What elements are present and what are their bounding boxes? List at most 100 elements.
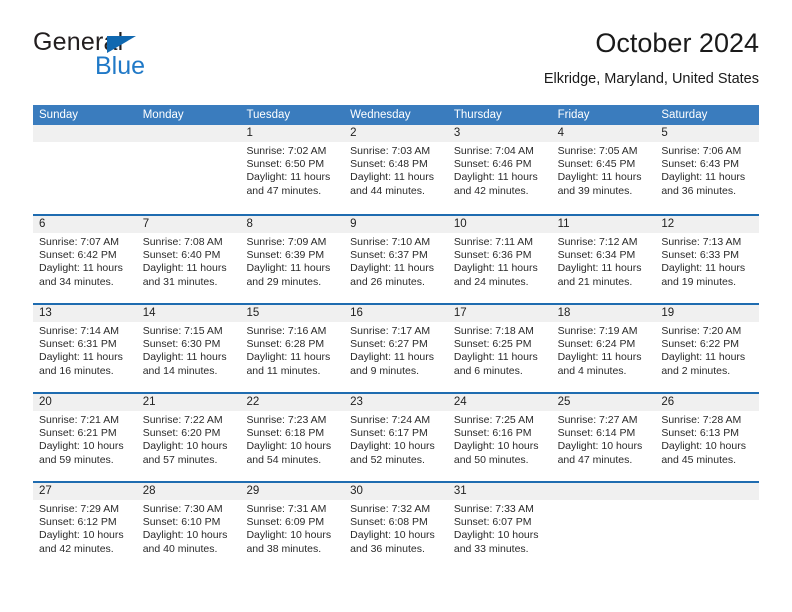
day-sunset-text: Sunset: 6:24 PM	[557, 338, 636, 351]
day-sun-info: Sunrise: 7:08 AM Sunset: 6:40 PM Daylight:…	[137, 233, 241, 289]
day-sun-info: Sunrise: 7:13 AM Sunset: 6:33 PM Daylight:…	[655, 233, 759, 289]
day-number: 15	[240, 305, 345, 322]
calendar-day-cell[interactable]: 19 Sunrise: 7:20 AM Sunset: 6:22 PM Dayligh…	[655, 305, 760, 392]
calendar-weeks: 1 Sunrise: 7:02 AM Sunset: 6:50 PM Daylight…	[33, 125, 760, 570]
calendar-day-cell[interactable]: 28 Sunrise: 7:30 AM Sunset: 6:10 PM Dayligh…	[136, 483, 241, 570]
day-number: 30	[344, 483, 448, 500]
day-daylight-line1-text: Daylight: 11 hours	[453, 262, 538, 275]
calendar-day-cell[interactable]: 16 Sunrise: 7:17 AM Sunset: 6:27 PM Dayligh…	[344, 305, 448, 392]
calendar-week-row: 6 Sunrise: 7:07 AM Sunset: 6:42 PM Daylight…	[33, 214, 760, 303]
day-sun-info: Sunrise: 7:17 AM Sunset: 6:27 PM Daylight:…	[344, 322, 448, 378]
calendar-day-cell[interactable]: 23 Sunrise: 7:24 AM Sunset: 6:17 PM Dayligh…	[344, 394, 448, 481]
day-sunrise-text: Sunrise: 7:07 AM	[39, 236, 119, 248]
day-sunrise-text: Sunrise: 7:24 AM	[350, 414, 431, 426]
day-daylight-line2-text: and 11 minutes.	[246, 364, 321, 377]
day-sun-info: Sunrise: 7:05 AM Sunset: 6:45 PM Daylight:…	[552, 142, 656, 198]
calendar-day-cell[interactable]: 15 Sunrise: 7:16 AM Sunset: 6:28 PM Dayligh…	[240, 305, 345, 392]
calendar-day-cell-empty	[136, 125, 241, 214]
day-sunrise-text: Sunrise: 7:27 AM	[557, 414, 638, 426]
calendar-day-cell[interactable]: 3 Sunrise: 7:04 AM Sunset: 6:46 PM Daylight…	[447, 125, 552, 214]
weekday-header-friday: Friday	[557, 109, 590, 121]
day-number: 27	[33, 483, 137, 500]
calendar-day-cell[interactable]: 11 Sunrise: 7:12 AM Sunset: 6:34 PM Dayligh…	[551, 216, 656, 303]
day-number: 29	[240, 483, 345, 500]
day-number: 28	[136, 483, 241, 500]
calendar-day-cell[interactable]: 31 Sunrise: 7:33 AM Sunset: 6:07 PM Dayligh…	[447, 483, 552, 570]
calendar-day-cell[interactable]: 26 Sunrise: 7:28 AM Sunset: 6:13 PM Dayligh…	[655, 394, 760, 481]
calendar-day-cell[interactable]: 21 Sunrise: 7:22 AM Sunset: 6:20 PM Dayligh…	[136, 394, 241, 481]
day-sun-info: Sunrise: 7:33 AM Sunset: 6:07 PM Daylight:…	[448, 500, 552, 556]
calendar-day-cell-empty	[551, 483, 656, 570]
day-sun-info: Sunrise: 7:11 AM Sunset: 6:36 PM Daylight:…	[448, 233, 552, 289]
calendar-day-cell[interactable]: 25 Sunrise: 7:27 AM Sunset: 6:14 PM Dayligh…	[551, 394, 656, 481]
calendar-day-cell[interactable]: 18 Sunrise: 7:19 AM Sunset: 6:24 PM Dayligh…	[551, 305, 656, 392]
day-sunset-text: Sunset: 6:14 PM	[557, 427, 636, 440]
calendar-day-cell[interactable]: 29 Sunrise: 7:31 AM Sunset: 6:09 PM Dayligh…	[240, 483, 345, 570]
calendar-day-cell[interactable]: 22 Sunrise: 7:23 AM Sunset: 6:18 PM Dayligh…	[240, 394, 345, 481]
calendar-day-cell[interactable]: 7 Sunrise: 7:08 AM Sunset: 6:40 PM Daylight…	[136, 216, 241, 303]
day-number	[33, 125, 137, 142]
day-sun-info: Sunrise: 7:25 AM Sunset: 6:16 PM Daylight:…	[448, 411, 552, 467]
general-blue-logo[interactable]: General Blue	[33, 28, 243, 84]
day-number: 13	[33, 305, 137, 322]
calendar-day-cell[interactable]: 20 Sunrise: 7:21 AM Sunset: 6:21 PM Dayligh…	[33, 394, 137, 481]
day-daylight-line1-text: Daylight: 10 hours	[557, 440, 643, 453]
calendar-day-cell[interactable]: 6 Sunrise: 7:07 AM Sunset: 6:42 PM Daylight…	[33, 216, 137, 303]
calendar-day-cell[interactable]: 17 Sunrise: 7:18 AM Sunset: 6:25 PM Dayligh…	[447, 305, 552, 392]
day-sunrise-text: Sunrise: 7:17 AM	[350, 325, 431, 337]
page-subtitle: Elkridge, Maryland, United States	[543, 71, 759, 87]
day-daylight-line1-text: Daylight: 11 hours	[39, 262, 123, 275]
day-sunrise-text: Sunrise: 7:25 AM	[453, 414, 534, 426]
calendar-day-cell[interactable]: 30 Sunrise: 7:32 AM Sunset: 6:08 PM Dayligh…	[344, 483, 448, 570]
day-number: 19	[655, 305, 760, 322]
day-daylight-line1-text: Daylight: 11 hours	[350, 351, 435, 364]
calendar-day-cell[interactable]: 24 Sunrise: 7:25 AM Sunset: 6:16 PM Dayligh…	[447, 394, 552, 481]
day-sun-info: Sunrise: 7:20 AM Sunset: 6:22 PM Daylight:…	[655, 322, 759, 378]
day-daylight-line1-text: Daylight: 11 hours	[661, 262, 746, 275]
calendar-day-cell[interactable]: 5 Sunrise: 7:06 AM Sunset: 6:43 PM Daylight…	[655, 125, 760, 214]
day-number: 25	[551, 394, 656, 411]
day-daylight-line1-text: Daylight: 11 hours	[142, 351, 227, 364]
calendar-day-cell[interactable]: 14 Sunrise: 7:15 AM Sunset: 6:30 PM Dayligh…	[136, 305, 241, 392]
day-sun-info: Sunrise: 7:04 AM Sunset: 6:46 PM Daylight:…	[448, 142, 552, 198]
day-daylight-line1-text: Daylight: 10 hours	[453, 529, 539, 542]
day-daylight-line2-text: and 21 minutes.	[557, 275, 633, 288]
calendar-day-cell[interactable]: 9 Sunrise: 7:10 AM Sunset: 6:37 PM Daylight…	[344, 216, 448, 303]
day-sunrise-text: Sunrise: 7:33 AM	[453, 503, 534, 515]
day-daylight-line2-text: and 47 minutes.	[557, 453, 633, 466]
day-number: 16	[344, 305, 448, 322]
calendar-week-row: 27 Sunrise: 7:29 AM Sunset: 6:12 PM Dayligh…	[33, 481, 760, 570]
day-daylight-line1-text: Daylight: 11 hours	[557, 262, 642, 275]
day-sunrise-text: Sunrise: 7:06 AM	[661, 145, 742, 157]
calendar-day-cell[interactable]: 2 Sunrise: 7:03 AM Sunset: 6:48 PM Daylight…	[344, 125, 448, 214]
day-number: 7	[136, 216, 241, 233]
day-number	[551, 483, 656, 500]
day-sunset-text: Sunset: 6:12 PM	[39, 516, 117, 529]
calendar-day-cell[interactable]: 12 Sunrise: 7:13 AM Sunset: 6:33 PM Dayligh…	[655, 216, 760, 303]
day-sunrise-text: Sunrise: 7:08 AM	[142, 236, 223, 248]
calendar-day-cell[interactable]: 8 Sunrise: 7:09 AM Sunset: 6:39 PM Daylight…	[240, 216, 345, 303]
day-daylight-line2-text: and 45 minutes.	[661, 453, 737, 466]
calendar-day-cell[interactable]: 27 Sunrise: 7:29 AM Sunset: 6:12 PM Dayligh…	[33, 483, 137, 570]
day-sunset-text: Sunset: 6:18 PM	[246, 427, 325, 440]
day-daylight-line1-text: Daylight: 10 hours	[350, 440, 435, 453]
calendar-day-cell[interactable]: 10 Sunrise: 7:11 AM Sunset: 6:36 PM Dayligh…	[447, 216, 552, 303]
day-sunrise-text: Sunrise: 7:02 AM	[246, 145, 327, 157]
day-sunset-text: Sunset: 6:37 PM	[350, 249, 428, 262]
day-number: 5	[655, 125, 760, 142]
day-sun-info: Sunrise: 7:24 AM Sunset: 6:17 PM Daylight:…	[344, 411, 448, 467]
day-sunrise-text: Sunrise: 7:10 AM	[350, 236, 431, 248]
day-sun-info: Sunrise: 7:06 AM Sunset: 6:43 PM Daylight:…	[655, 142, 759, 198]
day-daylight-line2-text: and 39 minutes.	[557, 184, 633, 197]
day-daylight-line1-text: Daylight: 10 hours	[246, 529, 332, 542]
calendar-day-cell[interactable]: 13 Sunrise: 7:14 AM Sunset: 6:31 PM Dayligh…	[33, 305, 137, 392]
day-daylight-line2-text: and 47 minutes.	[246, 184, 322, 197]
weekday-header-wednesday: Wednesday	[350, 109, 411, 121]
day-daylight-line1-text: Daylight: 10 hours	[661, 440, 746, 453]
day-sunset-text: Sunset: 6:20 PM	[142, 427, 221, 440]
calendar-day-cell[interactable]: 4 Sunrise: 7:05 AM Sunset: 6:45 PM Daylight…	[551, 125, 656, 214]
day-daylight-line1-text: Daylight: 11 hours	[453, 171, 538, 184]
calendar-day-cell[interactable]: 1 Sunrise: 7:02 AM Sunset: 6:50 PM Daylight…	[240, 125, 345, 214]
day-sunset-text: Sunset: 6:08 PM	[350, 516, 428, 529]
day-daylight-line2-text: and 9 minutes.	[350, 364, 420, 377]
